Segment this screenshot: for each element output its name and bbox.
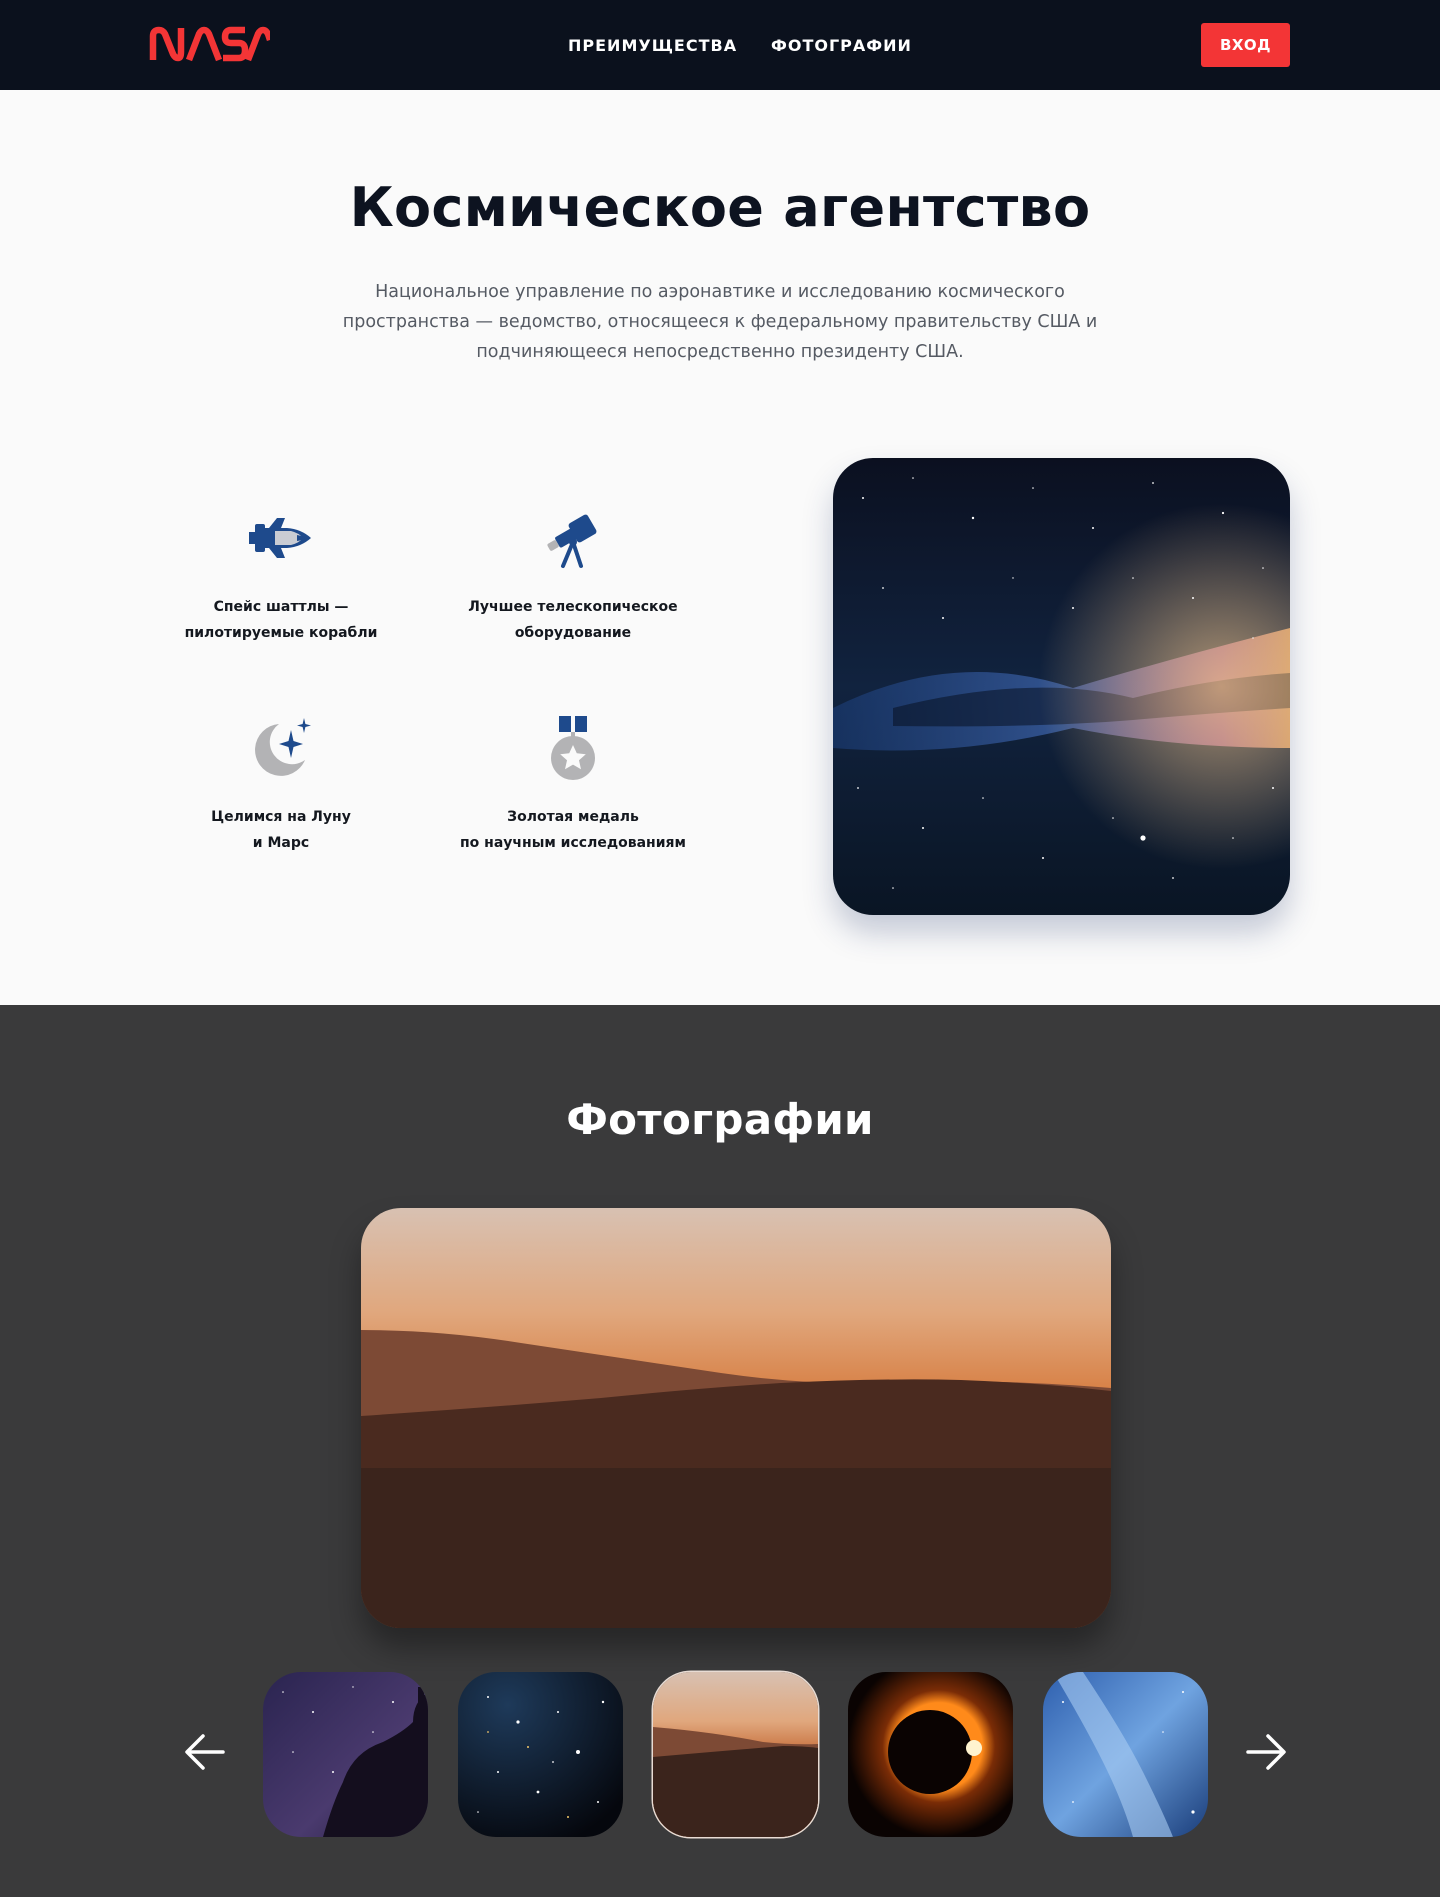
feature-label: Лучшее телескопическое: [468, 599, 678, 615]
arrow-right-icon[interactable]: [1244, 1730, 1288, 1774]
login-button[interactable]: ВХОД: [1201, 23, 1290, 67]
feature-label: пилотируемые корабли: [184, 625, 378, 641]
feature-label: оборудование: [514, 625, 632, 641]
milky-way-photo: [833, 458, 1290, 915]
thumbnail-desert-sunset[interactable]: [653, 1672, 818, 1837]
gallery-main-photo: [361, 1208, 1111, 1628]
feature-moon-mars: Целимся на Луну и Марс: [136, 708, 426, 856]
nav-link-label[interactable]: ФОТОГРАФИИ: [771, 36, 912, 55]
thumbnail-milky-way-blue[interactable]: [1043, 1672, 1208, 1837]
gallery-title: Фотографии: [566, 1095, 874, 1144]
arrow-left-icon[interactable]: [183, 1730, 227, 1774]
thumbnail-solar-eclipse[interactable]: [848, 1672, 1013, 1837]
site-header: ПРЕИМУЩЕСТВА ФОТОГРАФИИ ВХОД: [0, 0, 1440, 90]
feature-label: по научным исследованиям: [460, 835, 686, 851]
nav-link-advantages[interactable]: ПРЕИМУЩЕСТВА: [568, 0, 737, 90]
feature-space-shuttles: Спейс шаттлы — пилотируемые корабли: [136, 498, 426, 646]
feature-telescopes: Лучшее телескопическое оборудование: [428, 498, 718, 646]
thumbnail-stargazer[interactable]: [263, 1672, 428, 1837]
nav-link-photos[interactable]: ФОТОГРАФИИ: [771, 0, 912, 90]
feature-label: Целимся на Луну: [211, 809, 351, 825]
feature-label: и Марс: [252, 835, 310, 851]
feature-label: Золотая медаль: [507, 809, 639, 825]
thumbnail-star-field[interactable]: [458, 1672, 623, 1837]
telescope-icon: [547, 514, 597, 568]
feature-label: Спейс шаттлы —: [213, 599, 349, 615]
gallery-section: Фотографии: [0, 1005, 1440, 1897]
space-shuttle-icon: [249, 518, 311, 558]
nasa-logo[interactable]: [149, 26, 270, 62]
moon-stars-icon: [255, 718, 311, 776]
feature-medal: Золотая медаль по научным исследованиям: [428, 708, 718, 856]
hero-description: Национальное управление по аэронавтике и…: [342, 282, 1098, 362]
medal-icon: [551, 716, 595, 780]
page-title: Космическое агентство: [349, 176, 1091, 239]
nav-link-label[interactable]: ПРЕИМУЩЕСТВА: [568, 36, 737, 55]
